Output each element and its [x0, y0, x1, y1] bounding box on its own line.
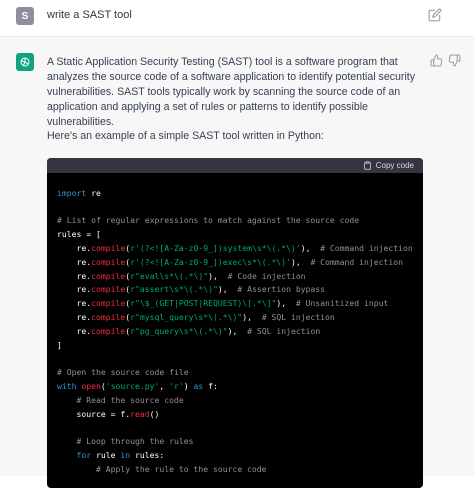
code-line: # List of regular expressions to match a… — [57, 215, 360, 226]
edit-icon[interactable] — [428, 8, 442, 22]
copy-code-button[interactable]: Copy code — [363, 161, 414, 170]
code-line: re.compile(r'(?<![A-Za-z0-9_])exec\s*\(.… — [76, 256, 404, 267]
code-line: rules = [ — [57, 229, 101, 240]
code-line: # Open the source code file — [57, 367, 189, 378]
user-message-row: S write a SAST tool — [0, 0, 474, 37]
code-line: for rule in rules: — [76, 449, 165, 460]
code-line: re.compile(r"mysql_query\s*\(.*\)"), # S… — [76, 311, 335, 322]
clipboard-icon — [363, 161, 371, 170]
thumbs-up-icon[interactable] — [430, 54, 443, 67]
code-line: with open('source.py', 'r') as f: — [57, 380, 218, 391]
code-block: Copy code import re # List of regular exp… — [47, 158, 423, 488]
openai-logo-icon — [20, 57, 30, 67]
code-content: import re # List of regular expressions t… — [47, 173, 423, 477]
user-avatar: S — [16, 7, 34, 25]
code-line: re.compile(r"\$_(GET|POST|REQUEST)\[.*\]… — [76, 298, 389, 309]
code-line: re.compile(r"pg_query\s*\(.*\)"), # SQL … — [76, 325, 321, 336]
assistant-message-row: A Static Application Security Testing (S… — [0, 37, 474, 488]
code-line: re.compile(r'(?<![A-Za-z0-9_])system\s*\… — [76, 242, 413, 253]
assistant-avatar — [16, 53, 34, 71]
code-block-header: Copy code — [47, 158, 423, 173]
code-line: re.compile(r"eval\s*\(.*\)"), # Code inj… — [76, 270, 306, 281]
response-intro: Here's an example of a simple SAST tool … — [47, 130, 324, 142]
code-line: # Read the source code — [76, 394, 184, 405]
thumbs-down-icon[interactable] — [448, 54, 461, 67]
user-message-text: write a SAST tool — [47, 9, 132, 21]
code-line: # Apply the rule to the source code — [96, 463, 267, 474]
copy-code-label: Copy code — [375, 161, 414, 170]
code-line: import re — [57, 187, 101, 198]
code-line: re.compile(r"assert\s*\(.*\)"), # Assert… — [76, 284, 326, 295]
code-line: # Loop through the rules — [76, 436, 194, 447]
code-line: ] — [57, 339, 62, 350]
response-paragraph: A Static Application Security Testing (S… — [47, 56, 416, 128]
code-line: source = f.read() — [76, 408, 160, 419]
